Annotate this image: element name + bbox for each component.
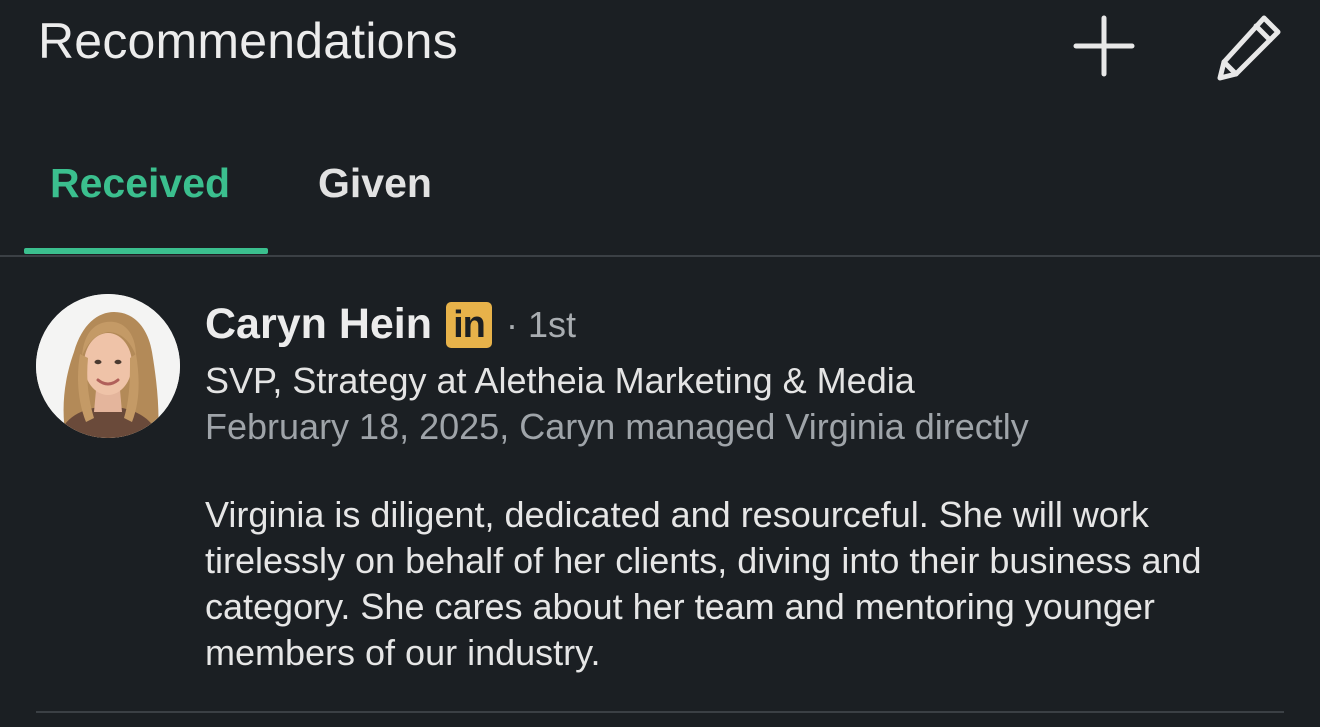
- connection-degree: · 1st: [506, 303, 577, 345]
- recommender-name[interactable]: Caryn Hein: [205, 300, 432, 349]
- add-recommendation-button[interactable]: [1072, 14, 1136, 78]
- recommendation-text: Virginia is diligent, dedicated and reso…: [205, 494, 1202, 673]
- tab-given[interactable]: Given: [318, 160, 432, 207]
- edit-recommendations-button[interactable]: [1212, 12, 1284, 84]
- active-tab-indicator: [24, 248, 268, 254]
- recommendation-tabs: Received Given: [0, 140, 1320, 256]
- profile-photo: [36, 294, 180, 438]
- pencil-icon: [1217, 15, 1281, 81]
- recommender-headline: SVP, Strategy at Aletheia Marketing & Me…: [205, 360, 915, 401]
- linkedin-icon: in: [446, 301, 493, 348]
- tab-received[interactable]: Received: [50, 160, 230, 207]
- avatar[interactable]: [36, 294, 180, 438]
- page-title: Recommendations: [38, 13, 458, 69]
- tabs-divider: [0, 255, 1320, 257]
- item-divider: [36, 711, 1284, 713]
- recommendation-meta: February 18, 2025, Caryn managed Virgini…: [205, 406, 1029, 447]
- page-header: Recommendations: [0, 0, 1320, 100]
- plus-icon: [1073, 15, 1135, 77]
- recommender-row: Caryn Hein in · 1st: [205, 300, 576, 349]
